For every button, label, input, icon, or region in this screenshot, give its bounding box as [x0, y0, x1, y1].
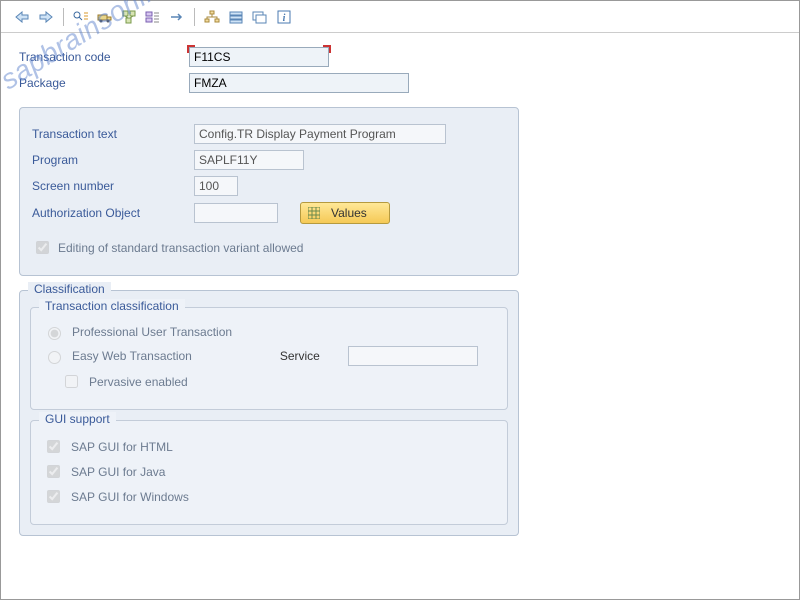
transport-icon[interactable]	[94, 6, 116, 28]
program-label: Program	[32, 153, 194, 167]
tcode-input[interactable]	[189, 47, 329, 67]
pervasive-checkbox	[65, 375, 78, 388]
object-list-icon[interactable]	[142, 6, 164, 28]
separator	[194, 8, 195, 26]
info-icon[interactable]: i	[273, 6, 295, 28]
gui-win-label: SAP GUI for Windows	[71, 490, 189, 504]
easy-web-label: Easy Web Transaction	[72, 349, 192, 363]
tx-class-title: Transaction classification	[39, 299, 185, 313]
hierarchy-icon[interactable]	[201, 6, 223, 28]
program-input	[194, 150, 304, 170]
gui-html-label: SAP GUI for HTML	[71, 440, 173, 454]
prof-user-radio	[48, 327, 61, 340]
package-label: Package	[19, 76, 189, 90]
edit-variant-checkbox	[36, 241, 49, 254]
values-button-label: Values	[331, 206, 367, 220]
classification-title: Classification	[28, 282, 111, 296]
where-used-icon[interactable]	[118, 6, 140, 28]
screen-label: Screen number	[32, 179, 194, 193]
gui-html-checkbox	[47, 440, 60, 453]
stack-icon[interactable]	[225, 6, 247, 28]
back-icon[interactable]	[11, 6, 33, 28]
gui-java-label: SAP GUI for Java	[71, 465, 165, 479]
gui-support-title: GUI support	[39, 412, 116, 426]
service-input	[348, 346, 478, 366]
tcode-label: Transaction code	[19, 50, 189, 64]
gui-support-subgroup: GUI support SAP GUI for HTML SAP GUI for…	[30, 420, 508, 525]
gui-java-checkbox	[47, 465, 60, 478]
app-toolbar: i	[1, 1, 799, 33]
separator	[63, 8, 64, 26]
navigate-icon[interactable]	[166, 6, 188, 28]
service-label: Service	[280, 349, 320, 363]
classification-group: Classification Transaction classificatio…	[19, 290, 519, 536]
window-list-icon[interactable]	[249, 6, 271, 28]
tx-text-label: Transaction text	[32, 127, 194, 141]
auth-label: Authorization Object	[32, 206, 194, 220]
values-button[interactable]: Values	[300, 202, 390, 224]
screen-input	[194, 176, 238, 196]
display-toggle-icon[interactable]	[70, 6, 92, 28]
gui-win-checkbox	[47, 490, 60, 503]
pervasive-label: Pervasive enabled	[89, 375, 188, 389]
edit-variant-label: Editing of standard transaction variant …	[58, 241, 303, 255]
auth-input	[194, 203, 278, 223]
svg-text:i: i	[283, 13, 286, 24]
tx-text-input	[194, 124, 446, 144]
main-content: Transaction code Package Transaction tex…	[1, 33, 799, 550]
package-input[interactable]	[189, 73, 409, 93]
details-panel: Transaction text Program Screen number A…	[19, 107, 519, 276]
forward-icon[interactable]	[35, 6, 57, 28]
table-icon	[307, 206, 321, 220]
prof-user-label: Professional User Transaction	[72, 325, 232, 339]
easy-web-radio	[48, 351, 61, 364]
tx-class-subgroup: Transaction classification Professional …	[30, 307, 508, 410]
